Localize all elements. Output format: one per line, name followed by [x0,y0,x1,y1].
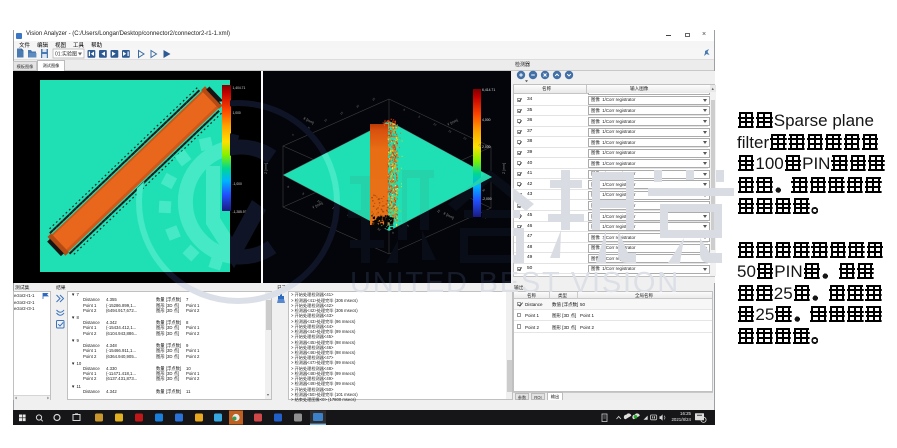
svg-text:UNITED BEST VISION: UNITED BEST VISION [350,267,680,299]
